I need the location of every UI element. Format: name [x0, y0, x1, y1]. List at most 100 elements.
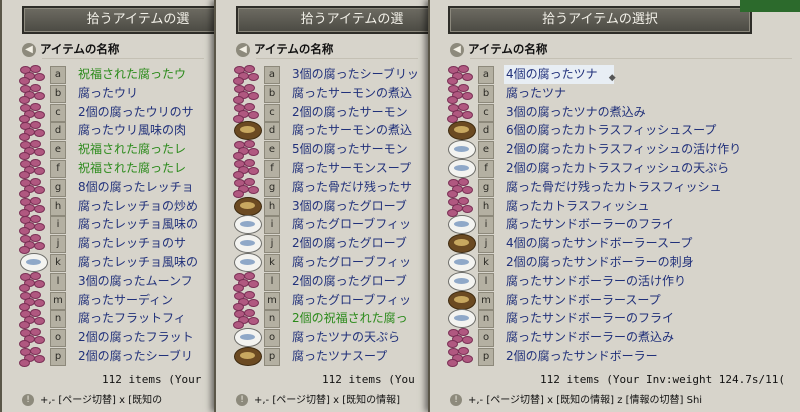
item-row[interactable]: i 腐ったサンドボーラーのフライ [444, 215, 800, 235]
item-row[interactable]: l 3個の腐ったムーンフ [16, 271, 214, 292]
item-name: 2個の腐ったフラット [78, 328, 194, 347]
dish-plate-icon [446, 159, 476, 178]
item-key-letter: j [478, 235, 494, 254]
item-row[interactable]: f 祝福された腐ったレ [16, 159, 214, 179]
item-name-text: 2個の腐ったサンドボーラー [506, 349, 658, 363]
item-row[interactable]: o 腐ったサンドボーラーの煮込み [444, 328, 800, 349]
item-name: 腐ったグローブフィッ [292, 253, 411, 272]
item-row[interactable]: i 腐ったレッチョ風味の [16, 215, 214, 236]
item-row[interactable]: g 腐った骨だけ残ったカトラスフィッシュ [444, 177, 800, 198]
item-row[interactable]: e 5個の腐ったサーモン [230, 140, 428, 161]
item-row[interactable]: m 腐ったサンドボーラースープ [444, 290, 800, 310]
item-name-text: 祝福された腐ったレ [78, 161, 187, 175]
item-name-text: 腐ったサーモンの煮込 [292, 85, 413, 100]
item-count: 112 items (You [322, 373, 415, 386]
item-row[interactable]: n 2個の祝福された腐っ [230, 309, 428, 330]
title-bar: 拾うアイテムの選 [216, 4, 428, 34]
rotten-food-icon [232, 65, 262, 85]
item-key-letter: e [478, 141, 494, 160]
item-row[interactable]: f 腐ったサーモンスープ [230, 159, 428, 179]
item-row[interactable]: k 腐ったレッチョ風味の [16, 253, 214, 272]
rotten-food-icon [446, 65, 476, 85]
item-row[interactable]: n 腐ったフラットフィ [16, 309, 214, 330]
item-name: 6個の腐ったカトラスフィッシュスープ [506, 121, 716, 140]
rotten-food-icon [18, 215, 48, 236]
item-key-letter: k [264, 254, 280, 272]
footer-help-text: +,- [ページ切替] x [既知の情報] z [情報の切替] Shi [468, 395, 703, 406]
item-row[interactable]: g 腐った骨だけ残ったサ [230, 177, 428, 198]
item-name: 腐ったウリ [78, 84, 138, 103]
item-name: 腐ったサーモンスープ [292, 159, 411, 178]
item-row[interactable]: a 祝福された腐ったウ [16, 65, 214, 85]
item-row[interactable]: g 8個の腐ったレッチョ [16, 177, 214, 198]
rotten-food-icon [18, 102, 48, 123]
item-key-letter: f [478, 160, 494, 178]
pickup-window-1: 拾うアイテムの選 ◀ アイテムの名称 a 祝福された腐ったウ b 腐ったウリ c 2個の腐っ… [0, 0, 216, 412]
item-row[interactable]: c 3個の腐ったツナの煮込み [444, 102, 800, 123]
item-row[interactable]: j 腐ったレッチョのサ [16, 234, 214, 255]
item-key-letter: m [478, 291, 494, 310]
background-map-strip [740, 0, 800, 12]
item-name-text: 腐ったグローブフィッ [292, 292, 412, 307]
item-name: 5個の腐ったサーモン [292, 140, 408, 159]
item-row[interactable]: j 4個の腐ったサンドボーラースープ [444, 234, 800, 254]
item-row[interactable]: e 祝福された腐ったレ [16, 140, 214, 161]
rotten-food-icon [18, 65, 48, 85]
rotten-food-icon [446, 347, 476, 367]
item-key-letter: b [50, 84, 66, 103]
item-row[interactable]: l 腐ったサンドボーラーの活け作り [444, 271, 800, 291]
footer-help-text: +,- [ページ切替] x [既知の情報] [254, 395, 401, 406]
item-row[interactable]: d 腐ったサーモンの煮込 [230, 121, 428, 141]
item-key-letter: d [264, 122, 280, 141]
item-name-text: 腐ったレッチョ風味の [78, 255, 199, 269]
item-row[interactable]: m 腐ったサーディン [16, 290, 214, 311]
item-row[interactable]: h 腐ったカトラスフィッシュ [444, 196, 800, 217]
item-key-letter: a [478, 66, 494, 84]
item-row[interactable]: c 2個の腐ったサーモン [230, 102, 428, 123]
item-name: 腐った骨だけ残ったカトラスフィッシュ [506, 178, 722, 197]
item-name: 腐ったサンドボーラーのフライ [506, 309, 674, 328]
title-bar: 拾うアイテムの選 [2, 4, 214, 34]
item-row[interactable]: k 2個の腐ったサンドボーラーの刺身 [444, 253, 800, 272]
rotten-food-icon [18, 328, 48, 349]
rotten-food-icon [18, 83, 48, 104]
item-row[interactable]: j 2個の腐ったグローブ [230, 234, 428, 254]
item-row[interactable]: o 腐ったツナの天ぷら [230, 328, 428, 348]
rotten-food-icon [232, 159, 262, 179]
item-row[interactable]: h 腐ったレッチョの炒め [16, 196, 214, 217]
item-row[interactable]: d 腐ったウリ風味の肉 [16, 121, 214, 142]
item-name: 2個の腐ったカトラスフィッシュの天ぷら [506, 159, 729, 178]
item-row[interactable]: a 3個の腐ったシーブリッ [230, 65, 428, 85]
item-row[interactable]: f 2個の腐ったカトラスフィッシュの天ぷら [444, 159, 800, 178]
item-row[interactable]: i 腐ったグローブフィッ [230, 215, 428, 235]
item-row[interactable]: b 腐ったウリ [16, 83, 214, 104]
dish-plate-icon [446, 253, 476, 272]
item-name: 2個の腐ったサンドボーラーの刺身 [506, 253, 694, 272]
item-count: 112 items (Your Inv:weight 124.7s/11( [540, 373, 786, 386]
item-name: 腐ったグローブフィッ [292, 291, 411, 310]
rotten-food-icon [232, 102, 262, 123]
item-row[interactable]: m 腐ったグローブフィッ [230, 290, 428, 311]
item-row[interactable]: e 2個の腐ったカトラスフィッシュの活け作り [444, 140, 800, 160]
item-row[interactable]: p 腐ったツナスープ [230, 347, 428, 366]
item-row[interactable]: h 3個の腐ったグローブ [230, 196, 428, 216]
dish-plate-icon [232, 215, 262, 235]
item-row[interactable]: c 2個の腐ったウリのサ [16, 102, 214, 123]
item-row[interactable]: b 腐ったツナ [444, 83, 800, 104]
item-key-letter: c [50, 103, 66, 122]
item-key-letter: o [478, 329, 494, 348]
item-row[interactable]: p 2個の腐ったサンドボーラー [444, 347, 800, 367]
item-row[interactable]: o 2個の腐ったフラット [16, 328, 214, 349]
item-row[interactable]: p 2個の腐ったシーブリ [16, 347, 214, 367]
rotten-food-icon [18, 196, 48, 217]
dish-plate-icon [446, 215, 476, 235]
item-row[interactable]: k 腐ったグローブフィッ [230, 253, 428, 272]
item-row[interactable]: b 腐ったサーモンの煮込 [230, 83, 428, 104]
item-row[interactable]: n 腐ったサンドボーラーのフライ [444, 309, 800, 329]
item-key-letter: i [50, 216, 66, 235]
item-name: 3個の腐ったムーンフ [78, 272, 193, 291]
item-key-letter: m [264, 291, 280, 310]
item-row[interactable]: a 4個の腐ったツナ ◆ [444, 65, 800, 85]
item-row[interactable]: d 6個の腐ったカトラスフィッシュスープ [444, 121, 800, 141]
item-row[interactable]: l 2個の腐ったグローブ [230, 271, 428, 292]
